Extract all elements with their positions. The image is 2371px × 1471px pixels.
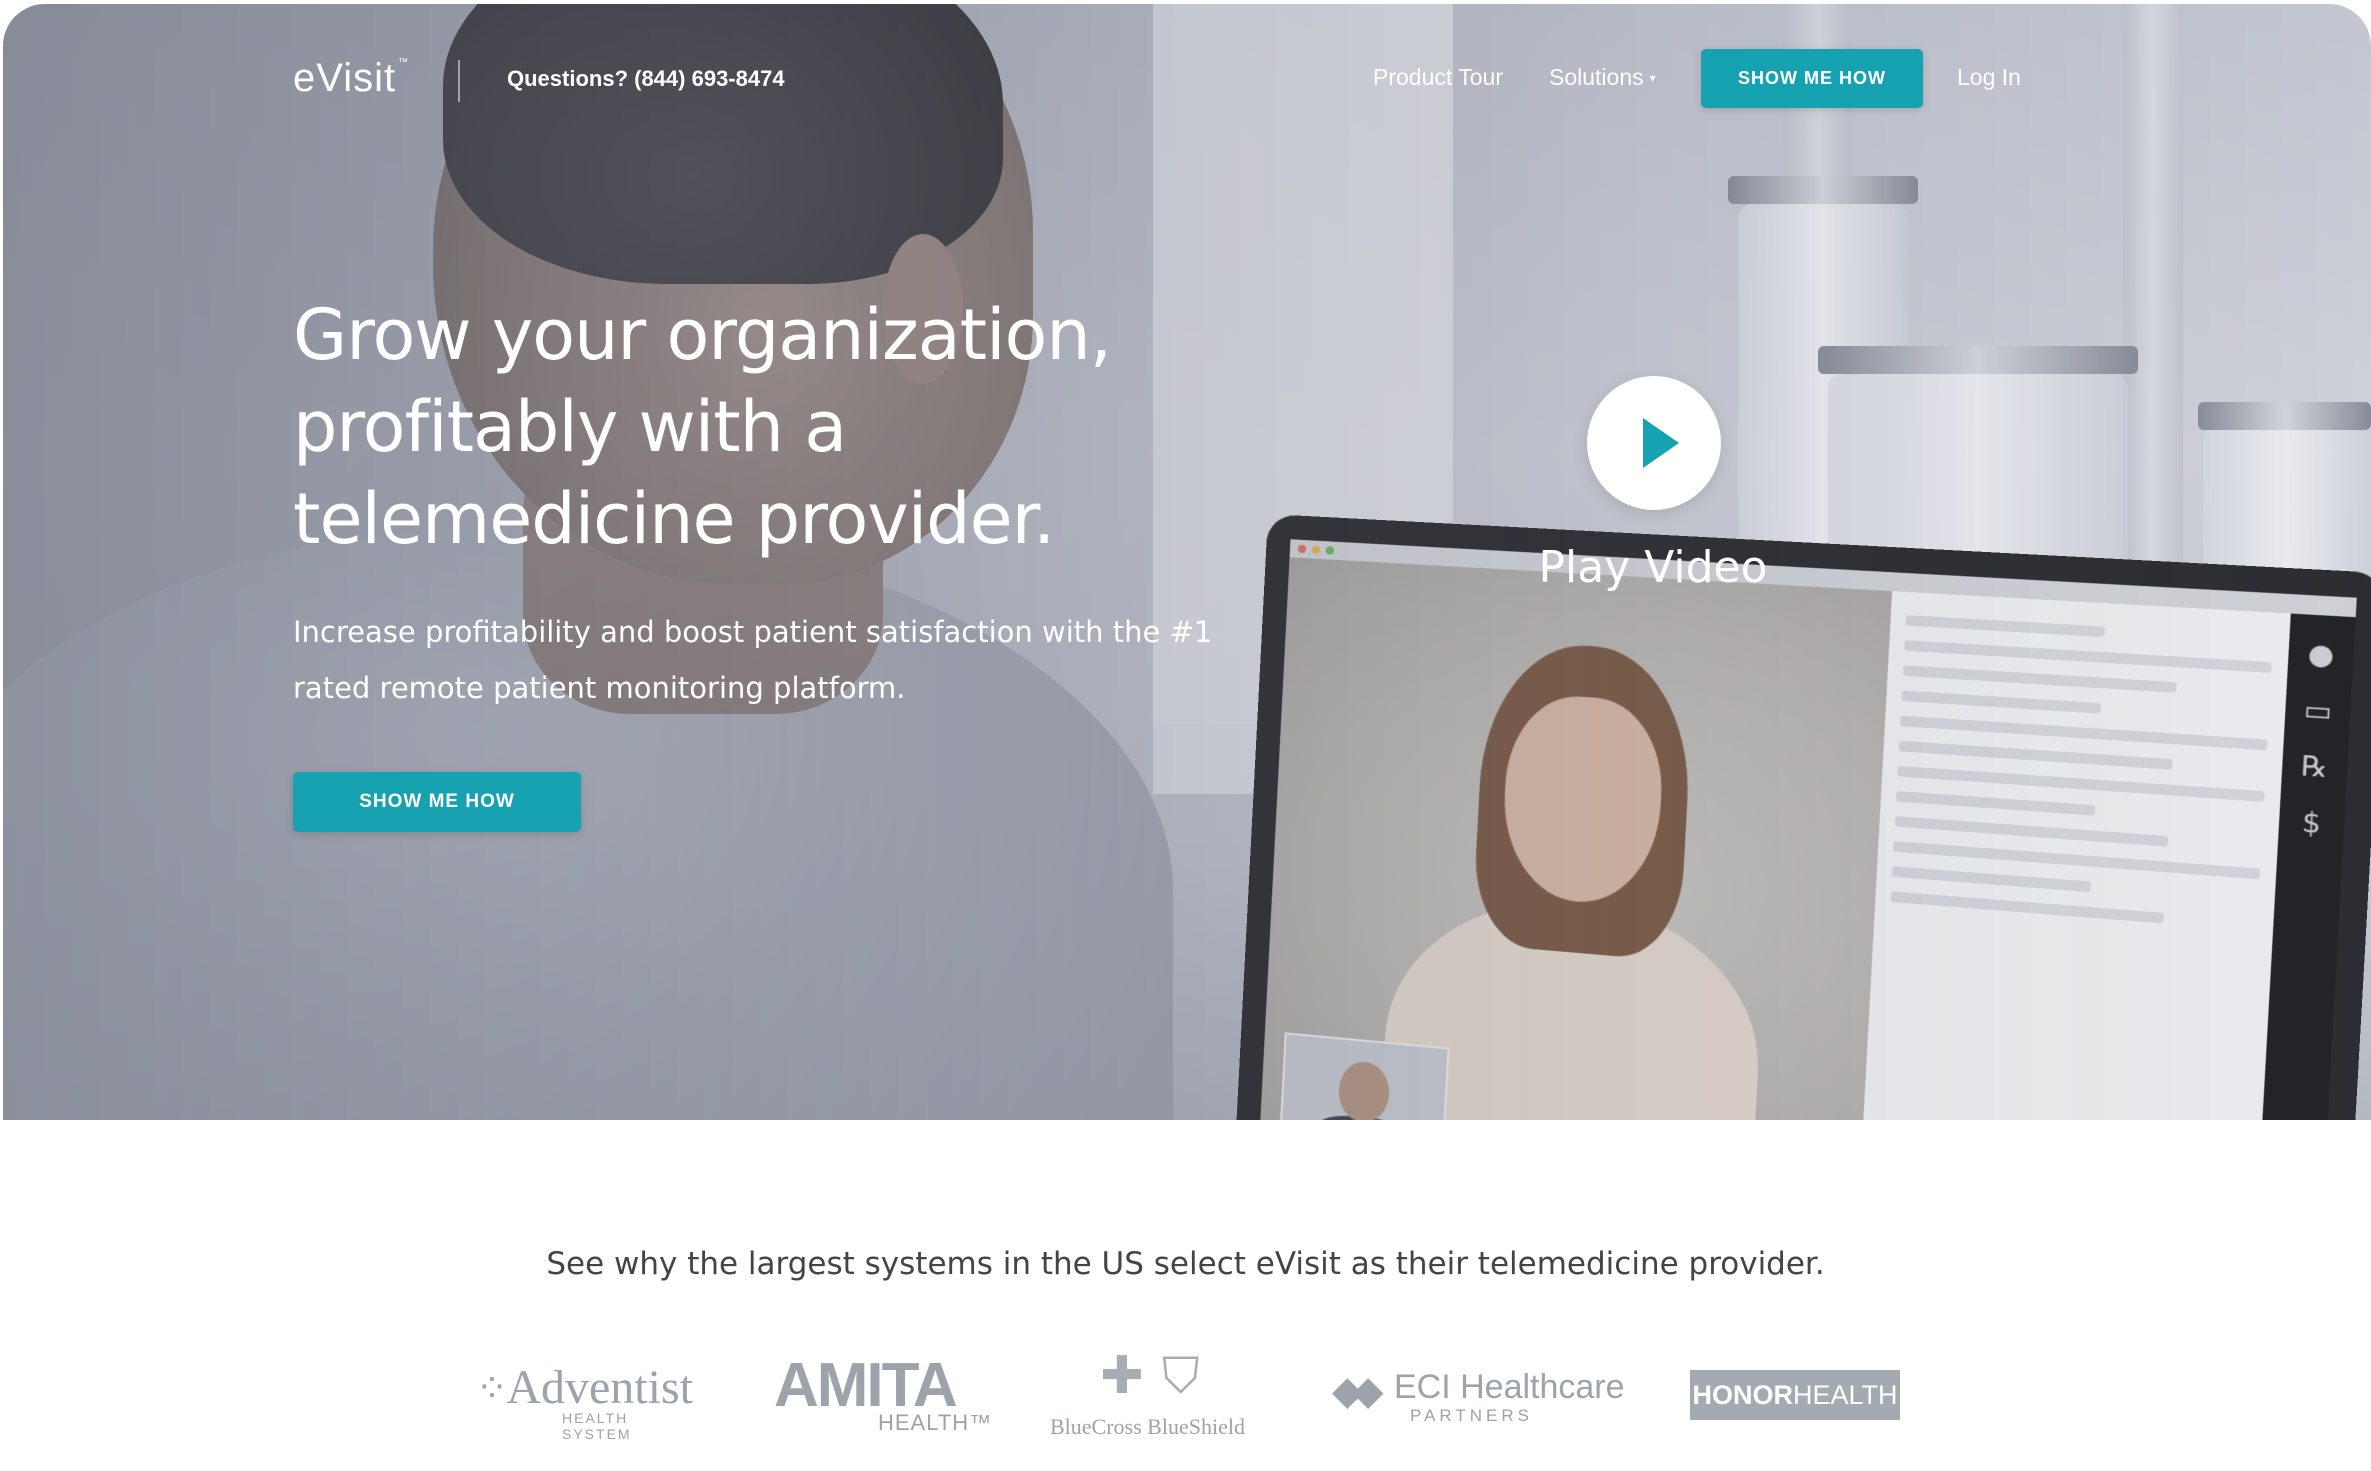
clients-intro: See why the largest systems in the US se… <box>0 1246 2371 1282</box>
nav-show-me-how-button[interactable]: SHOW ME HOW <box>1701 49 1923 108</box>
eci-tagline: PARTNERS <box>1410 1406 1533 1426</box>
honorhealth-rest: HEALTH <box>1793 1380 1898 1410</box>
logo-text: eVisit <box>293 56 396 100</box>
hero-headline: Grow your organization, profitably with … <box>293 289 1193 565</box>
play-video-button[interactable] <box>1587 376 1721 510</box>
nav-login[interactable]: Log In <box>1957 64 2021 91</box>
evisit-logo[interactable]: eVisit ™ <box>293 56 409 101</box>
bcbs-name: BlueCross BlueShield <box>1050 1414 1245 1440</box>
adventist-logo: ·:· Adventist HEALTH SYSTEM <box>478 1360 693 1415</box>
honorhealth-bold: HONOR <box>1692 1380 1793 1410</box>
blue-cross-icon: ✚ <box>1100 1350 1152 1402</box>
nav-divider <box>458 60 460 102</box>
blue-shield-icon: ⛉ <box>1162 1350 1200 1402</box>
bcbs-logo: ✚ ⛉ BlueCross BlueShield <box>1050 1350 1260 1440</box>
adventist-mark-icon: ·:· <box>478 1364 502 1406</box>
hero-show-me-how-button[interactable]: SHOW ME HOW <box>293 772 581 832</box>
eci-logo: ◆◆ ECI Healthcare PARTNERS <box>1332 1368 1625 1414</box>
amita-logo: AMITA HEALTH™ <box>774 1350 956 1421</box>
nav-solutions-label: Solutions <box>1549 64 1644 90</box>
adventist-name: Adventist <box>506 1361 693 1414</box>
honorhealth-logo: HONORHEALTH <box>1690 1370 1900 1420</box>
nav-product-tour[interactable]: Product Tour <box>1373 64 1503 91</box>
adventist-tagline: HEALTH SYSTEM <box>562 1410 693 1442</box>
nav-solutions[interactable]: Solutions ▾ <box>1549 64 1656 91</box>
play-icon <box>1643 418 1679 468</box>
logo-trademark: ™ <box>398 57 409 68</box>
eci-diamond-icon: ◆◆ <box>1332 1369 1374 1413</box>
play-video-label[interactable]: Play Video <box>1483 542 1823 593</box>
hero-subhead: Increase profitability and boost patient… <box>293 604 1213 716</box>
hero-section: ● ▭ ℞ $ eVisit™ Questions? (844) 693-847… <box>3 4 2371 1120</box>
chevron-down-icon: ▾ <box>1650 71 1656 85</box>
phone-number[interactable]: Questions? (844) 693-8474 <box>507 66 785 92</box>
eci-name: ECI Healthcare <box>1394 1368 1625 1406</box>
amita-tagline: HEALTH™ <box>878 1410 992 1436</box>
